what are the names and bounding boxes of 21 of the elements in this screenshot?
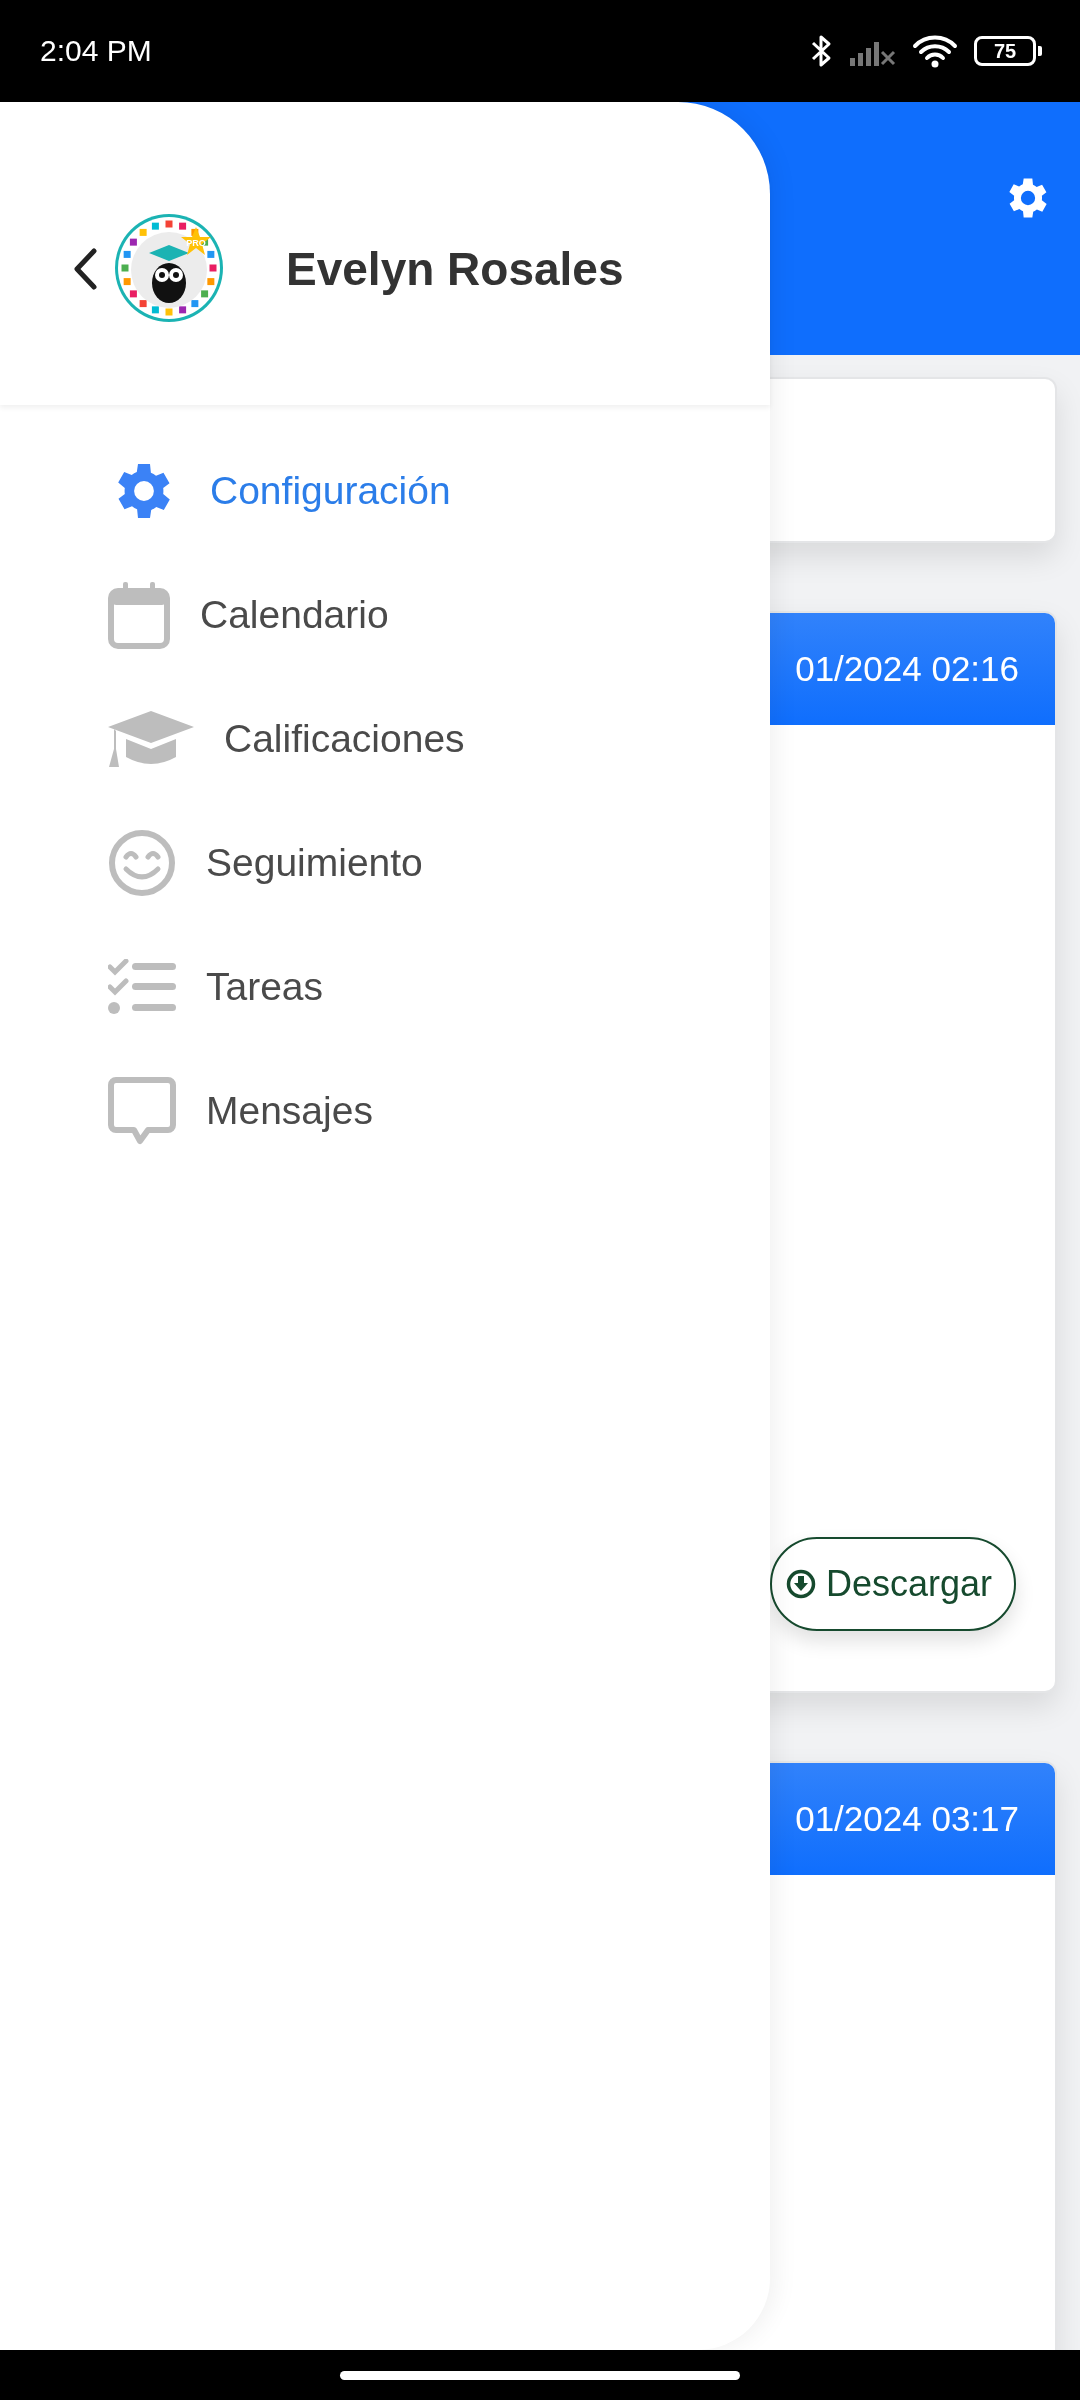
home-indicator[interactable] bbox=[340, 2370, 740, 2380]
date-time-text: 01/2024 02:16 bbox=[795, 649, 1019, 689]
checklist-icon bbox=[108, 959, 176, 1015]
download-button[interactable]: Descargar bbox=[770, 1537, 1017, 1631]
menu-item[interactable]: Tareas bbox=[108, 925, 708, 1049]
status-time: 2:04 PM bbox=[40, 34, 153, 68]
wifi-icon bbox=[912, 34, 958, 68]
download-icon bbox=[786, 1569, 816, 1599]
menu-item[interactable]: Calendario bbox=[108, 553, 708, 677]
graduation-cap-icon bbox=[108, 709, 194, 769]
user-name: Evelyn Rosales bbox=[286, 241, 624, 296]
message-icon bbox=[108, 1077, 176, 1145]
back-icon bbox=[72, 247, 98, 290]
menu-item[interactable]: Configuración bbox=[108, 429, 708, 553]
menu-item[interactable]: Calificaciones bbox=[108, 677, 708, 801]
menu-item[interactable]: Mensajes bbox=[108, 1049, 708, 1173]
smiley-icon bbox=[108, 829, 176, 897]
date-time-text: 01/2024 03:17 bbox=[795, 1799, 1019, 1839]
calendar-icon bbox=[108, 581, 170, 649]
owl-logo: PRO bbox=[114, 212, 226, 325]
menu-item[interactable]: Seguimiento bbox=[108, 801, 708, 925]
